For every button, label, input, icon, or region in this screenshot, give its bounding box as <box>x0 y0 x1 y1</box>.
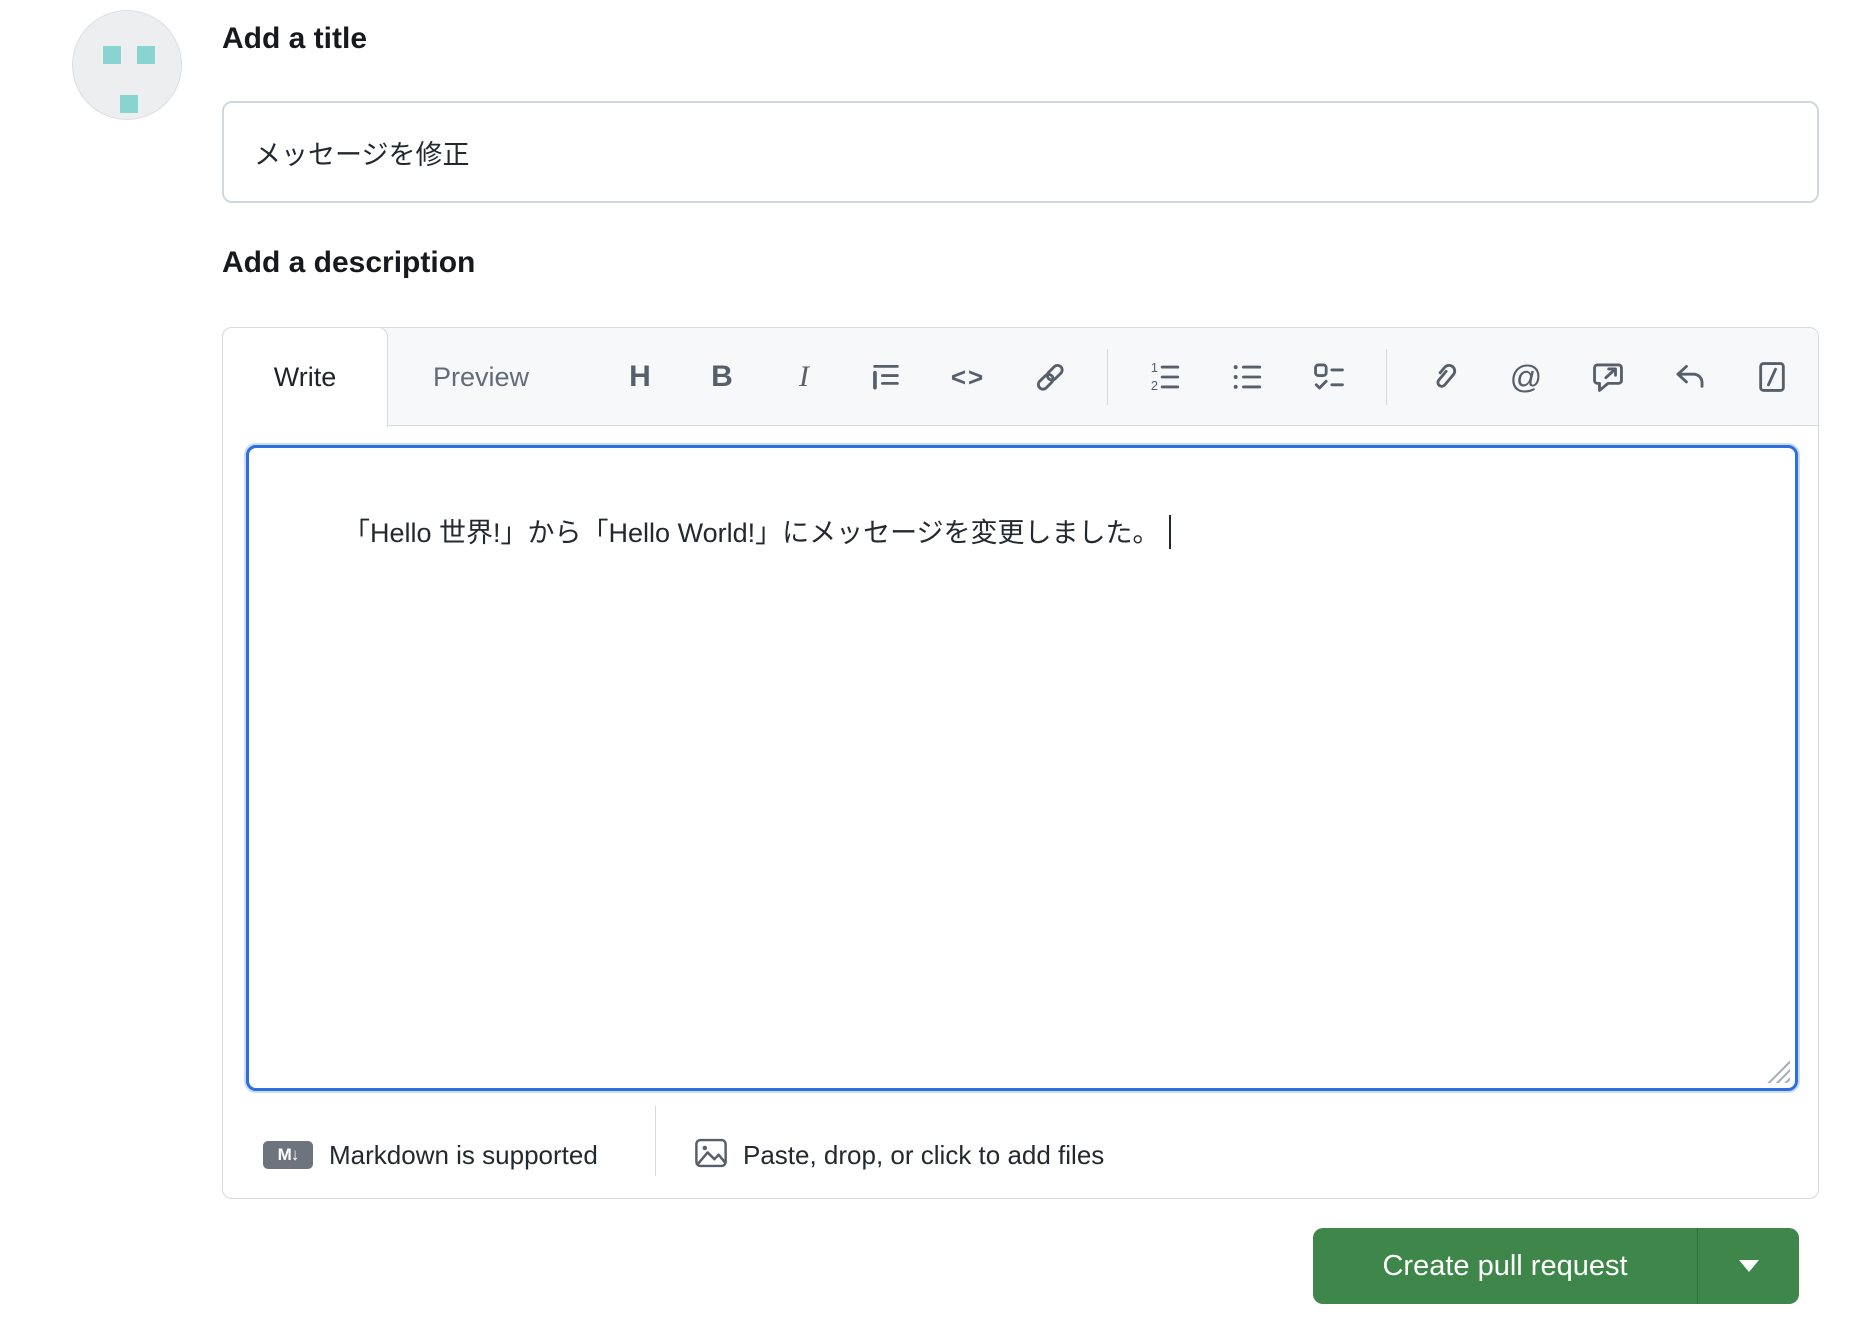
add-title-heading: Add a title <box>222 22 368 55</box>
quote-icon[interactable] <box>868 359 904 395</box>
editor-tabbar: Write Preview H B I <> 1 2 @ <box>222 327 1818 427</box>
create-pr-split-button: Create pull request <box>1313 1228 1799 1304</box>
avatar-identicon-pixel <box>103 46 121 64</box>
bold-icon[interactable]: B <box>704 359 740 395</box>
avatar-identicon-pixel <box>120 95 138 113</box>
markdown-supported-label: Markdown is supported <box>329 1139 598 1170</box>
bullet-list-icon[interactable] <box>1229 359 1265 395</box>
reply-icon[interactable] <box>1672 359 1708 395</box>
title-input[interactable] <box>222 101 1819 203</box>
tab-preview[interactable]: Preview <box>433 328 529 426</box>
attach-files-label: Paste, drop, or click to add files <box>743 1139 1105 1170</box>
toolbar-divider <box>1386 349 1387 405</box>
image-icon <box>693 1135 729 1176</box>
text-cursor <box>1168 515 1171 549</box>
footer-divider <box>655 1106 656 1176</box>
toolbar-divider <box>1107 349 1108 405</box>
task-list-icon[interactable] <box>1311 359 1347 395</box>
description-editor: Write Preview H B I <> 1 2 @ 「Hello 世界!」… <box>222 327 1819 1199</box>
svg-text:1: 1 <box>1151 360 1158 375</box>
code-icon[interactable]: <> <box>950 359 986 395</box>
attach-file-icon[interactable] <box>1426 359 1462 395</box>
markdown-icon: M↓ <box>263 1141 313 1169</box>
slash-commands-icon[interactable] <box>1754 359 1790 395</box>
attach-files-button[interactable]: Paste, drop, or click to add files <box>693 1135 1104 1176</box>
mention-icon[interactable]: @ <box>1508 359 1544 395</box>
create-pull-request-button[interactable]: Create pull request <box>1313 1228 1697 1304</box>
cross-reference-icon[interactable] <box>1590 359 1626 395</box>
chevron-down-icon <box>1738 1260 1759 1272</box>
link-icon[interactable] <box>1032 359 1068 395</box>
add-description-heading: Add a description <box>222 246 476 279</box>
numbered-list-icon[interactable]: 1 2 <box>1147 359 1183 395</box>
editor-footer: M↓ Markdown is supported Paste, drop, or… <box>223 1106 1818 1198</box>
avatar <box>72 10 182 120</box>
description-textarea[interactable]: 「Hello 世界!」から「Hello World!」にメッセージを変更しました… <box>246 445 1798 1091</box>
avatar-identicon-pixel <box>137 46 155 64</box>
markdown-supported-link[interactable]: M↓ Markdown is supported <box>263 1140 598 1171</box>
pr-create-form: Add a title Add a description Write Prev… <box>0 0 1862 1330</box>
italic-icon[interactable]: I <box>786 359 822 395</box>
tab-write[interactable]: Write <box>222 327 388 427</box>
description-text: 「Hello 世界!」から「Hello World!」にメッセージを変更しました… <box>343 518 1160 548</box>
svg-text:2: 2 <box>1151 378 1158 393</box>
heading-icon[interactable]: H <box>622 359 658 395</box>
resize-handle[interactable] <box>1766 1059 1790 1083</box>
create-pr-dropdown-button[interactable] <box>1697 1228 1799 1304</box>
markdown-toolbar: H B I <> 1 2 @ <box>599 328 1808 426</box>
